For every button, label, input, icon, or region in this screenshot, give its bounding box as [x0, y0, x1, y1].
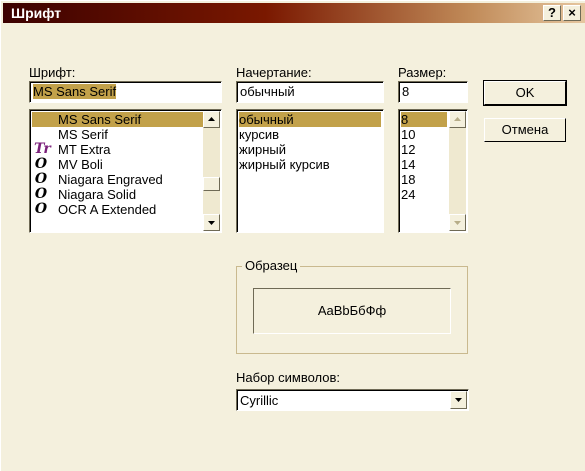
size-list-item[interactable]: 12	[401, 142, 447, 157]
arrow-up-icon	[454, 117, 461, 121]
font-list-item-label: MS Sans Serif	[58, 112, 142, 127]
chevron-down-icon	[455, 398, 462, 402]
scroll-down-button[interactable]	[203, 214, 220, 231]
size-input[interactable]: 8	[398, 81, 468, 103]
size-list[interactable]: 8 10 12 14 18 24	[398, 109, 468, 233]
opentype-font-icon: O	[34, 156, 48, 172]
opentype-font-icon: O	[34, 201, 48, 217]
style-list[interactable]: обычный курсив жирный жирный курсив	[236, 109, 384, 233]
charset-select[interactable]: Cyrillic	[236, 389, 469, 411]
font-dialog: Шрифт ? × Шрифт: MS Sans Serif MS Sans S…	[0, 0, 585, 471]
style-list-item[interactable]: обычный	[239, 112, 381, 127]
arrow-up-icon	[208, 117, 215, 121]
font-list-item-label: MT Extra	[58, 142, 111, 157]
arrow-down-icon	[454, 221, 461, 225]
dialog-title: Шрифт	[11, 5, 62, 21]
style-list-item[interactable]: жирный	[239, 142, 381, 157]
size-list-item[interactable]: 8	[401, 112, 447, 127]
font-list-item[interactable]: O Niagara Solid	[32, 186, 204, 203]
style-label: Начертание:	[236, 65, 312, 80]
font-name-value: MS Sans Serif	[33, 84, 117, 99]
font-list-item-label: OCR A Extended	[58, 202, 157, 217]
opentype-font-icon: O	[34, 186, 48, 202]
title-bar[interactable]: Шрифт ? ×	[3, 3, 585, 23]
font-list-item[interactable]: Tr MT Extra	[32, 141, 204, 158]
font-list[interactable]: MS Sans Serif MS Serif Tr MT Extra O MV Boli O…	[29, 109, 222, 233]
font-list-item[interactable]: O MV Boli	[32, 156, 204, 173]
font-list-item-label: MS Serif	[58, 127, 108, 142]
font-list-scrollbar[interactable]	[203, 111, 220, 231]
size-value: 8	[402, 84, 410, 99]
scroll-up-button[interactable]	[203, 111, 220, 128]
font-list-item-label: Niagara Engraved	[58, 172, 163, 187]
font-name-input[interactable]: MS Sans Serif	[29, 81, 222, 103]
style-input[interactable]: обычный	[236, 81, 384, 103]
font-list-item-label: Niagara Solid	[58, 187, 137, 202]
font-label: Шрифт:	[29, 65, 76, 80]
truetype-font-icon: Tr	[34, 141, 51, 157]
charset-value: Cyrillic	[240, 393, 279, 408]
size-label: Размер:	[398, 65, 447, 80]
font-list-item[interactable]: MS Sans Serif	[32, 112, 204, 127]
size-list-item[interactable]: 24	[401, 187, 447, 202]
font-list-item[interactable]: MS Serif	[32, 127, 204, 142]
font-list-item[interactable]: O Niagara Engraved	[32, 171, 204, 188]
size-scroll-up-button[interactable]	[449, 111, 466, 128]
scroll-thumb[interactable]	[203, 177, 220, 191]
charset-label: Набор символов:	[236, 370, 341, 385]
arrow-down-icon	[208, 221, 215, 225]
size-list-item[interactable]: 14	[401, 157, 447, 172]
opentype-font-icon: O	[34, 171, 48, 187]
sample-preview: AaBbБбФф	[253, 288, 451, 334]
ok-button[interactable]: OK	[483, 80, 567, 106]
size-list-item[interactable]: 10	[401, 127, 447, 142]
sample-group-label: Образец	[242, 258, 301, 273]
style-value: обычный	[240, 84, 295, 99]
help-button[interactable]: ?	[543, 5, 561, 21]
close-button[interactable]: ×	[563, 5, 581, 21]
size-list-scrollbar[interactable]	[449, 111, 466, 231]
size-scroll-down-button[interactable]	[449, 214, 466, 231]
font-list-item-label: MV Boli	[58, 157, 103, 172]
cancel-button[interactable]: Отмена	[484, 118, 566, 142]
style-list-item[interactable]: жирный курсив	[239, 157, 381, 172]
style-list-item[interactable]: курсив	[239, 127, 381, 142]
size-list-item[interactable]: 18	[401, 172, 447, 187]
charset-dropdown-button[interactable]	[450, 391, 467, 409]
font-list-item[interactable]: O OCR A Extended	[32, 201, 204, 218]
